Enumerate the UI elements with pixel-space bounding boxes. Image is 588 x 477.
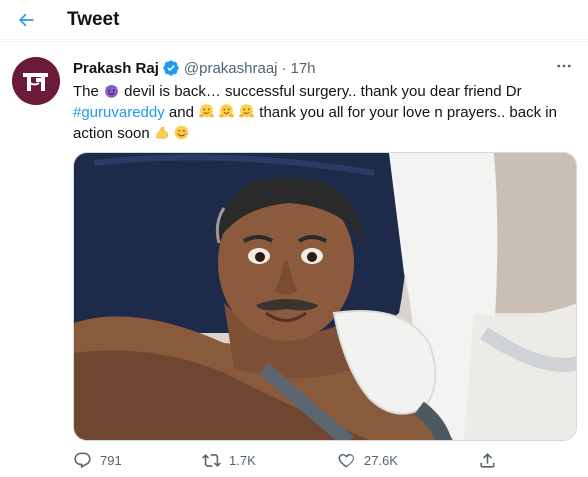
- text-part: and: [164, 104, 199, 121]
- back-button[interactable]: [10, 4, 42, 36]
- hugging-face-emoji: [239, 104, 254, 118]
- text-part: devil is back… successful surgery.. than…: [120, 83, 522, 100]
- smiling-imp-emoji: [105, 84, 118, 98]
- avatar-logo-icon: [12, 57, 60, 105]
- timestamp[interactable]: 17h: [291, 60, 316, 77]
- more-options-button[interactable]: [554, 56, 574, 76]
- reply-icon: [74, 452, 91, 468]
- share-button[interactable]: [478, 446, 497, 474]
- avatar[interactable]: [12, 57, 60, 105]
- retweet-button[interactable]: 1.7K: [202, 446, 256, 474]
- hashtag-link[interactable]: #guruvareddy: [73, 104, 165, 121]
- action-bar: 791 1.7K 27.6K: [73, 446, 513, 474]
- text-part: The: [73, 83, 104, 100]
- hugging-face-emoji: [199, 104, 214, 118]
- tweet: Prakash Raj @prakashraaj · 17h The devil…: [0, 41, 588, 477]
- reply-count: 791: [100, 452, 122, 468]
- verified-badge-icon: [162, 59, 180, 77]
- smiling-face-emoji: [174, 125, 189, 140]
- like-button[interactable]: 27.6K: [337, 446, 398, 474]
- hugging-face-emoji: [219, 104, 234, 118]
- tweet-header: Prakash Raj @prakashraaj · 17h: [73, 59, 316, 77]
- retweet-count: 1.7K: [229, 452, 256, 468]
- retweet-icon: [202, 453, 221, 467]
- reply-button[interactable]: 791: [73, 446, 122, 474]
- page-title: Tweet: [67, 9, 120, 30]
- separator: ·: [281, 59, 287, 77]
- arrow-left-icon: [19, 13, 34, 27]
- handle[interactable]: @prakashraaj: [184, 60, 278, 77]
- like-count: 27.6K: [364, 452, 398, 468]
- top-bar: Tweet: [0, 0, 588, 40]
- like-icon: [338, 453, 354, 468]
- share-icon: [480, 452, 495, 468]
- tweet-text: The devil is back… successful surgery.. …: [73, 81, 563, 144]
- flexed-biceps-emoji: [156, 126, 168, 139]
- more-options-icon: [557, 64, 571, 68]
- display-name[interactable]: Prakash Raj: [73, 60, 159, 77]
- tweet-photo[interactable]: [73, 152, 577, 441]
